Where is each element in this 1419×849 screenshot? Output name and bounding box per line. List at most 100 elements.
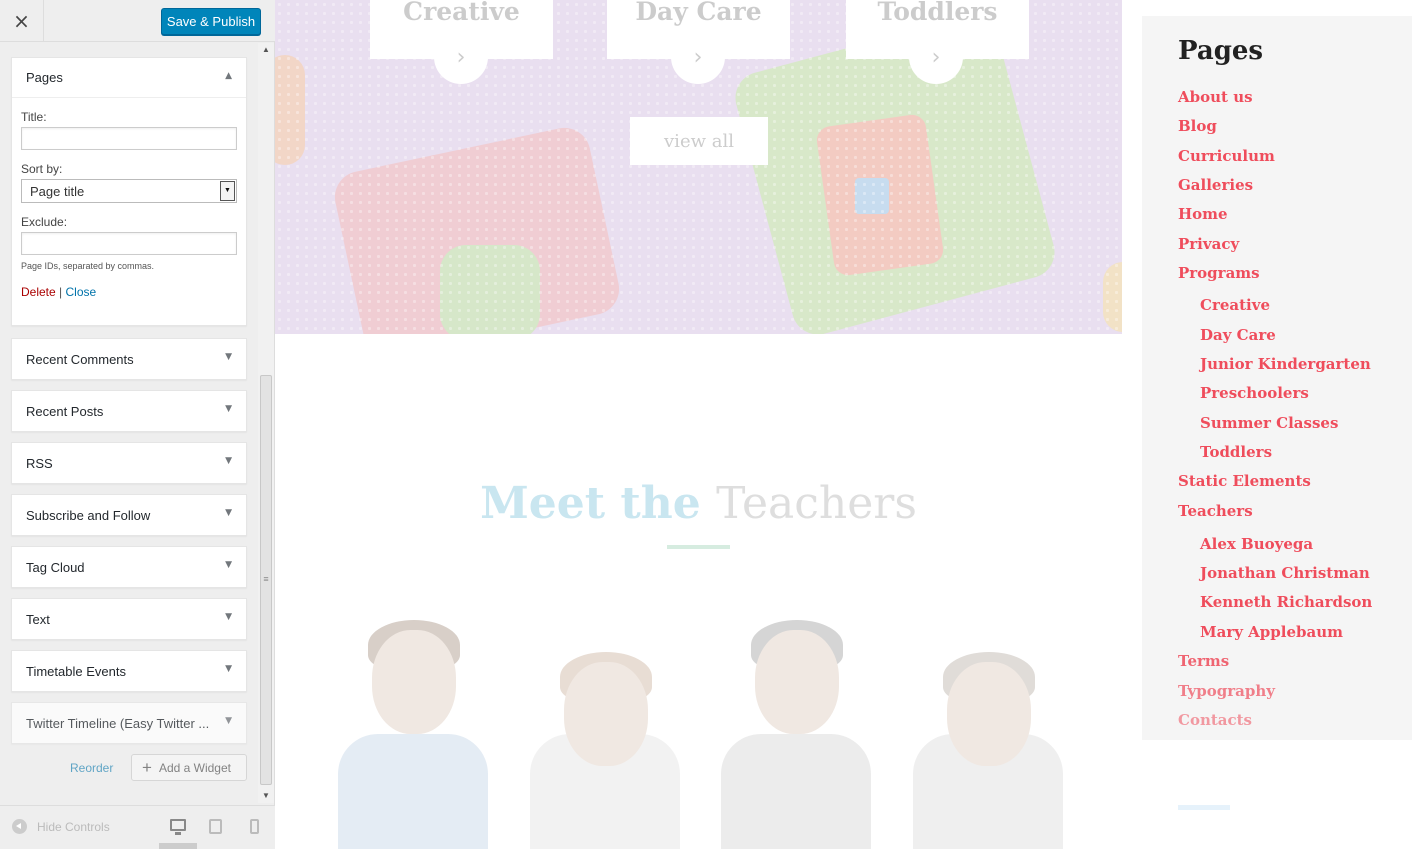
panel-scrollbar[interactable]: ▲ ≡ ▼: [258, 43, 274, 803]
add-widget-label: Add a Widget: [158, 760, 231, 775]
widget-title: Recent Posts: [26, 403, 104, 419]
widget-subscribe-follow[interactable]: Subscribe and Follow ▼: [11, 494, 247, 536]
page-link-child[interactable]: Preschoolers: [1200, 384, 1309, 402]
page-link-child[interactable]: Jonathan Christman: [1200, 564, 1370, 582]
page-link[interactable]: Galleries: [1178, 176, 1253, 194]
scroll-down-arrow-icon[interactable]: ▼: [258, 789, 274, 803]
category-label: Toddlers: [877, 0, 998, 26]
widget-recent-posts[interactable]: Recent Posts ▼: [11, 390, 247, 432]
widget-title: Recent Comments: [26, 351, 134, 367]
teacher-photo[interactable]: [330, 612, 494, 849]
title-input[interactable]: [21, 127, 237, 150]
page-link[interactable]: Programs: [1178, 264, 1260, 282]
desktop-preview-icon[interactable]: [170, 819, 186, 835]
plus-icon: +: [142, 757, 152, 777]
mobile-preview-icon[interactable]: [250, 819, 259, 834]
page-link-child[interactable]: Junior Kindergarten: [1200, 355, 1371, 373]
teacher-photo[interactable]: [713, 612, 877, 849]
page-link[interactable]: Blog: [1178, 117, 1217, 135]
teacher-face: [755, 630, 839, 734]
teacher-photo[interactable]: [905, 612, 1069, 849]
page-link-child[interactable]: Alex Buoyega: [1200, 535, 1313, 553]
close-customizer-button[interactable]: ×: [0, 0, 44, 42]
page-link[interactable]: Terms: [1178, 652, 1229, 670]
chevron-right-icon[interactable]: ›: [909, 30, 963, 84]
scroll-up-arrow-icon[interactable]: ▲: [258, 43, 274, 57]
view-all-button[interactable]: view all: [630, 117, 768, 165]
close-link[interactable]: Close: [66, 285, 97, 299]
widget-timetable-events[interactable]: Timetable Events ▼: [11, 650, 247, 692]
tablet-preview-icon[interactable]: [209, 819, 222, 834]
exclude-input[interactable]: [21, 232, 237, 255]
sort-select[interactable]: Page title ▼: [21, 179, 237, 203]
page-link[interactable]: Typography: [1178, 682, 1275, 700]
heading-accent: Meet the: [480, 478, 701, 529]
widget-tag-cloud[interactable]: Tag Cloud ▼: [11, 546, 247, 588]
expand-arrow-icon[interactable]: ▼: [225, 716, 232, 726]
widget-text[interactable]: Text ▼: [11, 598, 247, 640]
sort-select-value: Page title: [30, 184, 85, 199]
widget-title: Tag Cloud: [26, 559, 85, 575]
page-link[interactable]: Static Elements: [1178, 472, 1311, 490]
page-link-child[interactable]: Kenneth Richardson: [1200, 593, 1372, 611]
scroll-grip-icon: ≡: [263, 574, 269, 584]
expand-arrow-icon[interactable]: ▼: [225, 404, 232, 414]
customizer-panel: × Save & Publish Pages ▲ Title: Sort by:…: [0, 0, 275, 849]
page-link[interactable]: Home: [1178, 205, 1228, 223]
teacher-body: [721, 734, 871, 849]
add-widget-button[interactable]: + Add a Widget: [131, 754, 247, 781]
pages-sidebar-widget: Pages About us Blog Curriculum Galleries…: [1142, 16, 1412, 740]
widget-title: Subscribe and Follow: [26, 507, 151, 523]
expand-arrow-icon[interactable]: ▼: [225, 352, 232, 362]
collapse-arrow-icon[interactable]: ▲: [225, 71, 232, 81]
category-label: Creative: [403, 0, 520, 26]
page-link[interactable]: Teachers: [1178, 502, 1253, 520]
teacher-face: [564, 662, 648, 766]
widget-title: Timetable Events: [26, 663, 126, 679]
chevron-down-icon[interactable]: ▼: [220, 181, 235, 201]
pages-widget-header[interactable]: Pages ▲: [12, 58, 246, 98]
page-link[interactable]: Contacts: [1178, 711, 1252, 729]
widget-rss[interactable]: RSS ▼: [11, 442, 247, 484]
delete-link[interactable]: Delete: [21, 285, 56, 299]
page-link-child[interactable]: Toddlers: [1200, 443, 1272, 461]
sidebar-accent-bar: [1178, 805, 1230, 810]
chevron-right-icon[interactable]: ›: [434, 30, 488, 84]
scroll-thumb[interactable]: ≡: [260, 375, 272, 785]
expand-arrow-icon[interactable]: ▼: [225, 560, 232, 570]
page-link-child[interactable]: Summer Classes: [1200, 414, 1338, 432]
teacher-photo[interactable]: [522, 612, 686, 849]
chevron-right-icon[interactable]: ›: [671, 30, 725, 84]
title-label: Title:: [21, 110, 47, 124]
expand-arrow-icon[interactable]: ▼: [225, 664, 232, 674]
expand-arrow-icon[interactable]: ▼: [225, 508, 232, 518]
reorder-link[interactable]: Reorder: [70, 761, 113, 775]
widget-twitter-timeline[interactable]: Twitter Timeline (Easy Twitter ... ▼: [11, 702, 247, 744]
pages-widget-body: Title: Sort by: Page title ▼ Exclude: Pa…: [12, 110, 246, 299]
page-link[interactable]: Privacy: [1178, 235, 1239, 253]
page-link-child[interactable]: Mary Applebaum: [1200, 623, 1343, 641]
pages-widget: Pages ▲ Title: Sort by: Page title ▼ Exc…: [11, 57, 247, 326]
page-link-child[interactable]: Creative: [1200, 296, 1270, 314]
widget-actions: Delete | Close: [21, 285, 237, 299]
expand-arrow-icon[interactable]: ▼: [225, 456, 232, 466]
hero-banner: Creative › Day Care › Toddlers › view al…: [275, 0, 1122, 334]
active-device-indicator: [159, 843, 197, 849]
widget-title: RSS: [26, 455, 53, 471]
collapse-icon: [12, 819, 27, 834]
hide-controls-label: Hide Controls: [37, 819, 110, 834]
meet-teachers-heading: Meet the Teachers: [275, 478, 1122, 529]
page-link-child[interactable]: Day Care: [1200, 326, 1276, 344]
expand-arrow-icon[interactable]: ▼: [225, 612, 232, 622]
heading-rest: Teachers: [716, 478, 917, 529]
hide-controls-button[interactable]: Hide Controls: [12, 819, 110, 834]
widget-recent-comments[interactable]: Recent Comments ▼: [11, 338, 247, 380]
category-label: Day Care: [635, 0, 762, 26]
teacher-face: [947, 662, 1031, 766]
teacher-face: [372, 630, 456, 734]
page-link[interactable]: About us: [1178, 88, 1253, 106]
exclude-label: Exclude:: [21, 215, 68, 229]
page-link[interactable]: Curriculum: [1178, 147, 1275, 165]
save-publish-button[interactable]: Save & Publish: [161, 8, 261, 35]
heading-divider: [667, 545, 730, 549]
